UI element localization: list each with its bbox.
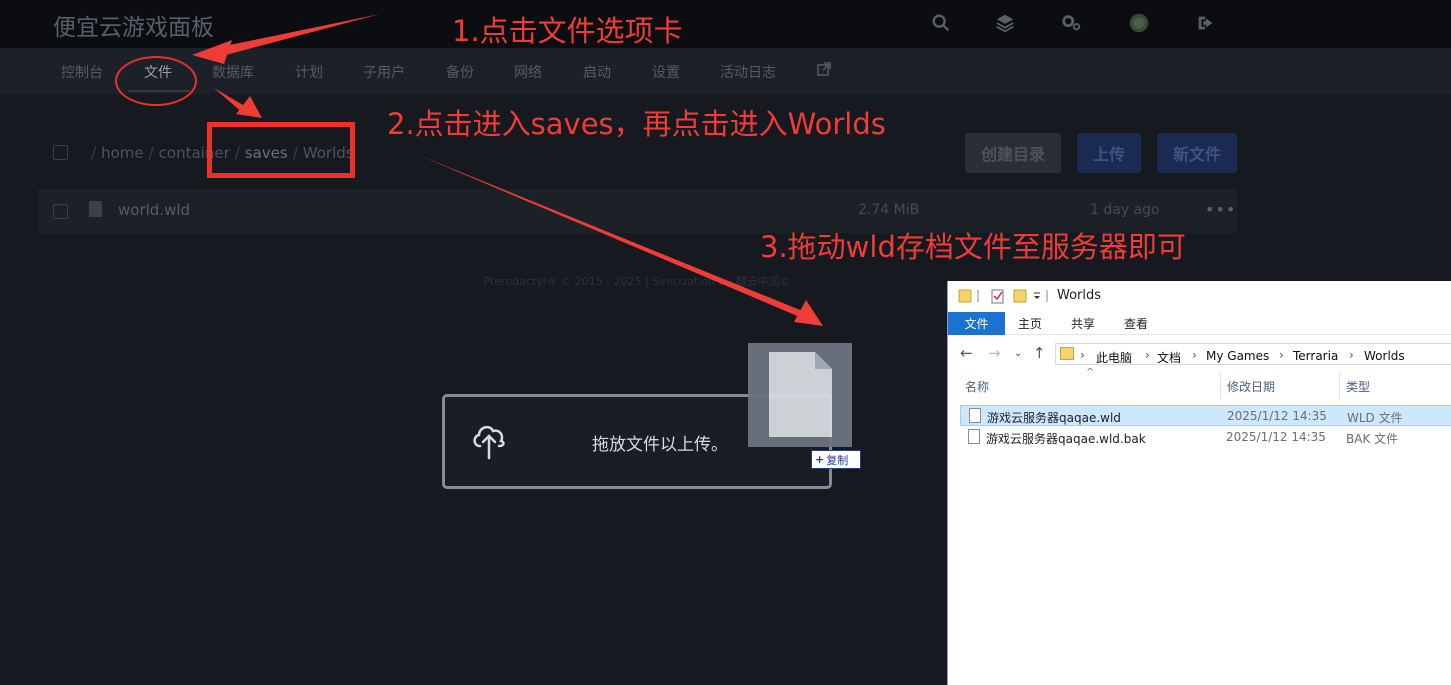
dropzone-label: 拖放文件以上传。 xyxy=(592,435,728,455)
annotation-step3: 3.拖动wld存档文件至服务器即可 xyxy=(760,230,1186,264)
explorer-ribbon: 文件 主页 共享 查看 xyxy=(948,312,1451,335)
back-arrow-icon[interactable]: ← xyxy=(960,344,973,362)
column-date[interactable]: 修改日期 xyxy=(1227,378,1275,395)
path-this-pc[interactable]: 此电脑 xyxy=(1096,349,1132,366)
path-separator: › xyxy=(1192,348,1197,362)
annotation-box-breadcrumb xyxy=(207,122,355,178)
path-my-games[interactable]: My Games xyxy=(1206,349,1269,363)
tab-network[interactable]: 网络 xyxy=(514,62,542,82)
annotation-circle-files-tab xyxy=(115,56,197,106)
explorer-file-name[interactable]: 游戏云服务器qaqae.wld.bak xyxy=(986,430,1146,447)
file-size: 2.74 MiB xyxy=(858,202,920,218)
tab-databases[interactable]: 数据库 xyxy=(212,62,254,82)
dragged-file-ghost xyxy=(748,343,852,447)
path-documents[interactable]: 文档 xyxy=(1157,349,1181,366)
up-arrow-icon[interactable]: ↑ xyxy=(1033,344,1046,362)
brand-title[interactable]: 便宜云游戏面板 xyxy=(53,8,214,42)
tab-backups[interactable]: 备份 xyxy=(446,62,474,82)
document-icon xyxy=(969,408,981,423)
ribbon-tab-view[interactable]: 查看 xyxy=(1124,315,1148,332)
select-all-checkbox[interactable] xyxy=(53,145,68,160)
file-name[interactable]: world.wld xyxy=(118,201,190,219)
external-link-icon[interactable] xyxy=(817,62,831,80)
column-divider xyxy=(1220,373,1221,401)
file-row-checkbox[interactable] xyxy=(53,204,68,219)
tab-activity[interactable]: 活动日志 xyxy=(720,62,776,82)
explorer-file-row[interactable]: 游戏云服务器qaqae.wld 2025/1/12 14:35 WLD 文件 xyxy=(960,405,1451,426)
server-nav: 控制台 文件 数据库 计划 子用户 备份 网络 启动 设置 活动日志 xyxy=(0,48,1451,94)
ribbon-tab-file[interactable]: 文件 xyxy=(948,312,1005,335)
annotation-step1: 1.点击文件选项卡 xyxy=(452,14,683,48)
crumb-home[interactable]: home xyxy=(101,144,144,162)
upload-button[interactable]: 上传 xyxy=(1077,133,1141,173)
more-options-icon[interactable]: ••• xyxy=(1205,200,1236,219)
explorer-titlebar: Worlds xyxy=(948,281,1451,310)
logout-icon[interactable] xyxy=(1195,12,1217,34)
new-file-button[interactable]: 新文件 xyxy=(1157,133,1237,173)
ribbon-tab-home[interactable]: 主页 xyxy=(1018,315,1042,332)
tab-users[interactable]: 子用户 xyxy=(363,62,405,82)
folder-icon xyxy=(1060,347,1074,360)
explorer-file-name[interactable]: 游戏云服务器qaqae.wld xyxy=(987,409,1121,426)
tab-startup[interactable]: 启动 xyxy=(583,62,611,82)
avatar[interactable] xyxy=(1128,12,1150,34)
copy-badge: + 复制 xyxy=(811,450,861,469)
file-modified: 1 day ago xyxy=(1090,202,1160,218)
address-path[interactable]: › 此电脑 › 文档 › My Games › Terraria › World… xyxy=(1055,343,1451,365)
tab-settings[interactable]: 设置 xyxy=(652,62,680,82)
tab-schedules[interactable]: 计划 xyxy=(295,62,323,82)
settings-icon[interactable] xyxy=(1060,12,1082,34)
sort-caret-icon: ^ xyxy=(1086,367,1095,378)
explorer-file-type: BAK 文件 xyxy=(1346,432,1399,446)
column-type[interactable]: 类型 xyxy=(1346,378,1370,395)
annotation-step2: 2.点击进入saves，再点击进入Worlds xyxy=(387,107,886,141)
path-separator: › xyxy=(1145,348,1150,362)
quick-access-toolbar-icons[interactable] xyxy=(958,287,1048,305)
explorer-file-date: 2025/1/12 14:35 xyxy=(1227,409,1327,423)
path-worlds[interactable]: Worlds xyxy=(1364,349,1405,363)
path-separator: › xyxy=(1349,348,1354,362)
column-divider xyxy=(1339,373,1340,401)
create-directory-button[interactable]: 创建目录 xyxy=(965,133,1061,173)
recent-locations-icon[interactable]: ⌄ xyxy=(1014,348,1022,359)
top-header: 便宜云游戏面板 xyxy=(0,0,1451,48)
file-icon xyxy=(89,201,102,217)
path-separator: › xyxy=(1080,348,1085,362)
column-name[interactable]: 名称 xyxy=(965,378,989,395)
file-explorer-window: Worlds 文件 主页 共享 查看 ← → ⌄ ↑ › 此电脑 › 文档 › … xyxy=(947,281,1451,685)
explorer-file-date: 2025/1/12 14:35 xyxy=(1226,430,1326,444)
forward-arrow-icon[interactable]: → xyxy=(988,344,1001,362)
path-terraria[interactable]: Terraria xyxy=(1293,349,1338,363)
document-icon xyxy=(968,429,980,444)
explorer-title: Worlds xyxy=(1057,288,1102,303)
search-icon[interactable] xyxy=(930,12,952,34)
layers-icon[interactable] xyxy=(994,12,1016,34)
explorer-file-row[interactable]: 游戏云服务器qaqae.wld.bak 2025/1/12 14:35 BAK … xyxy=(960,427,1451,448)
explorer-file-type: WLD 文件 xyxy=(1347,411,1403,425)
path-separator: › xyxy=(1279,348,1284,362)
tab-console[interactable]: 控制台 xyxy=(61,62,103,82)
upload-cloud-icon xyxy=(470,418,508,462)
explorer-address-bar: ← → ⌄ ↑ › 此电脑 › 文档 › My Games › Terraria… xyxy=(948,341,1451,368)
ribbon-tab-share[interactable]: 共享 xyxy=(1071,315,1095,332)
